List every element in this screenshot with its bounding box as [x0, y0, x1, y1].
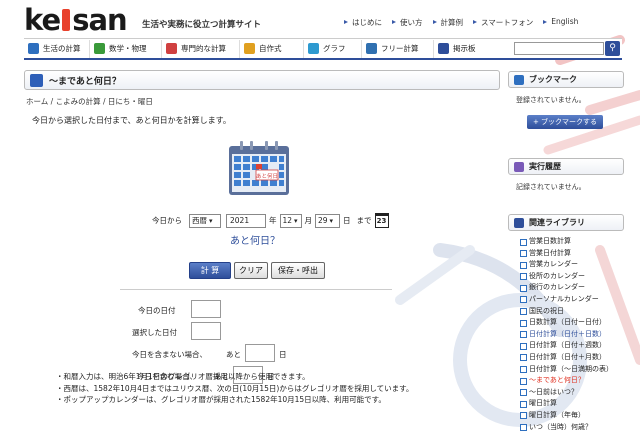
clear-button[interactable]: クリア [234, 262, 268, 279]
logo-text-pre: ke [24, 3, 61, 37]
site-tagline: 生活や実務に役立つ計算サイト [142, 20, 262, 30]
logo-text-post: san [72, 3, 127, 37]
library-list: 営業日数計算 営業日付計算 営業カレンダー 役所のカレンダー 銀行のカレンダー … [520, 236, 624, 433]
today-date-output [191, 300, 221, 318]
history-panel: 実行履歴 記録されていません。 [508, 158, 624, 192]
library-item-current[interactable]: 〜まであと何日？ [520, 375, 624, 387]
note-3: ・ポップアップカレンダーは、グレゴリオ暦が採用された1582年10月15日以降、… [56, 395, 386, 405]
bookmark-panel: ブックマーク 登録されていません。 + ブックマークする [508, 71, 624, 129]
until-label: まで [356, 216, 372, 225]
main-nav: 生活の計算 数学・物理 専門的な計算 自作式 グラフ フリー計算 掲示板 ⚲ [24, 38, 622, 60]
content-title-bar: 〜まであと何日？ [24, 70, 500, 90]
life-calc-icon [28, 43, 39, 54]
kesan-logo[interactable]: ke san [24, 3, 128, 37]
bookmark-header: ブックマーク [508, 71, 624, 88]
topnav-howto-link[interactable]: 使い方 [390, 17, 429, 28]
search-icon: ⚲ [609, 43, 616, 53]
nav-professional[interactable]: 専門的な計算 [162, 39, 240, 58]
library-item[interactable]: 銀行のカレンダー [520, 282, 624, 294]
library-item[interactable]: 営業日数計算 [520, 236, 624, 248]
day-select[interactable]: 29 [315, 213, 340, 228]
graph-icon [308, 43, 319, 54]
button-row: 計 算 クリア 保存・呼出 [189, 262, 325, 279]
history-empty-text: 記録されていません。 [516, 183, 586, 191]
topnav-english-link[interactable]: English [541, 17, 584, 28]
excluding-day-unit: 日 [279, 350, 287, 359]
library-panel: 関連ライブラリ 営業日数計算 営業日付計算 営業カレンダー 役所のカレンダー 銀… [508, 214, 624, 433]
logo-mark [62, 9, 71, 31]
library-item[interactable]: 日付計算（〜日満期の表） [520, 364, 624, 376]
library-item[interactable]: 曜日計算 [520, 398, 624, 410]
book-icon [166, 43, 177, 54]
nav-graph[interactable]: グラフ [304, 39, 362, 58]
library-item[interactable]: 日付計算（日付＋週数） [520, 340, 624, 352]
library-item[interactable]: 日数計算（日付ー日付） [520, 317, 624, 329]
math-icon [94, 43, 105, 54]
history-header: 実行履歴 [508, 158, 624, 175]
nav-board[interactable]: 掲示板 [434, 40, 486, 58]
divider [120, 289, 392, 290]
selected-date-output [191, 322, 221, 340]
days-excluding-output [245, 344, 275, 362]
from-label: 今日から [152, 216, 182, 225]
top-nav: はじめに 使い方 計算例 スマートフォン English [342, 17, 584, 28]
nav-math-physics[interactable]: 数学・物理 [90, 39, 162, 58]
topnav-examples-link[interactable]: 計算例 [431, 17, 470, 28]
calendar-illustration [229, 141, 289, 195]
search-input[interactable] [514, 42, 604, 55]
library-item[interactable]: 〜日前はいつ？ [520, 387, 624, 399]
library-item[interactable]: いつ（当時）何歳？ [520, 422, 624, 434]
topnav-smartphone-link[interactable]: スマートフォン [471, 17, 539, 28]
save-load-button[interactable]: 保存・呼出 [271, 262, 325, 279]
page-description: 今日から選択した日付まで、あと何日かを計算します。 [32, 116, 231, 125]
selected-date-label: 選択した日付 [132, 328, 177, 337]
history-icon [514, 161, 524, 172]
nav-free-calc[interactable]: フリー計算 [362, 39, 434, 58]
star-icon [514, 74, 524, 85]
library-header: 関連ライブラリ [508, 214, 624, 231]
library-icon [514, 217, 524, 228]
year-unit: 年 [269, 216, 277, 225]
topnav-intro-link[interactable]: はじめに [342, 17, 388, 28]
popup-calendar-icon[interactable]: 23 [374, 213, 389, 228]
library-item[interactable]: 営業カレンダー [520, 259, 624, 271]
month-select[interactable]: 12 [279, 213, 302, 228]
library-item[interactable]: 日付計算（日付＋月数） [520, 352, 624, 364]
pencil-icon [366, 43, 377, 54]
month-unit: 月 [304, 216, 313, 225]
breadcrumb[interactable]: ホーム / こよみの計算 / 日にち・曜日 [26, 96, 153, 107]
page-title: 〜まであと何日？ [49, 76, 121, 87]
library-item[interactable]: 役所のカレンダー [520, 271, 624, 283]
custom-formula-icon [244, 43, 255, 54]
today-date-label: 今日の日付 [138, 306, 176, 315]
note-2: ・西暦は、1582年10月4日まではユリウス暦、次の日(10月15日)からはグレ… [56, 383, 414, 393]
add-bookmark-button[interactable]: + ブックマークする [527, 115, 603, 129]
bookmark-empty-text: 登録されていません。 [516, 96, 586, 104]
excluding-ato-label: あと [226, 350, 241, 359]
calculate-button[interactable]: 計 算 [189, 262, 231, 279]
date-input-row: 今日から 西暦 2021 年 12 月 29 日 まで 23 [152, 213, 389, 228]
calendar-icon [30, 73, 43, 87]
search-button[interactable]: ⚲ [605, 41, 620, 56]
era-select[interactable]: 西暦 [189, 213, 221, 228]
notes: ・和暦入力は、明治6年1月1日のグレゴリオ暦採用以降から使用できます。 ・西暦は… [56, 371, 413, 406]
excluding-today-label: 今日を含まない場合、 [132, 350, 207, 359]
year-input[interactable]: 2021 [226, 213, 266, 228]
nav-life-calc[interactable]: 生活の計算 [24, 39, 90, 58]
board-icon [438, 43, 449, 54]
note-1: ・和暦入力は、明治6年1月1日のグレゴリオ暦採用以降から使用できます。 [56, 372, 310, 381]
library-item[interactable]: 日付計算（日付＋日数） [520, 329, 624, 341]
nav-custom-formula[interactable]: 自作式 [240, 39, 304, 58]
library-item[interactable]: 曜日計算（年毎） [520, 410, 624, 422]
question-heading: あと何日？ [230, 236, 280, 247]
calendar-label: あと何日 [256, 174, 279, 180]
library-item[interactable]: 営業日付計算 [520, 248, 624, 260]
library-item[interactable]: パーソナルカレンダー [520, 294, 624, 306]
library-item[interactable]: 国民の祝日 [520, 306, 624, 318]
day-unit: 日 [343, 216, 351, 225]
